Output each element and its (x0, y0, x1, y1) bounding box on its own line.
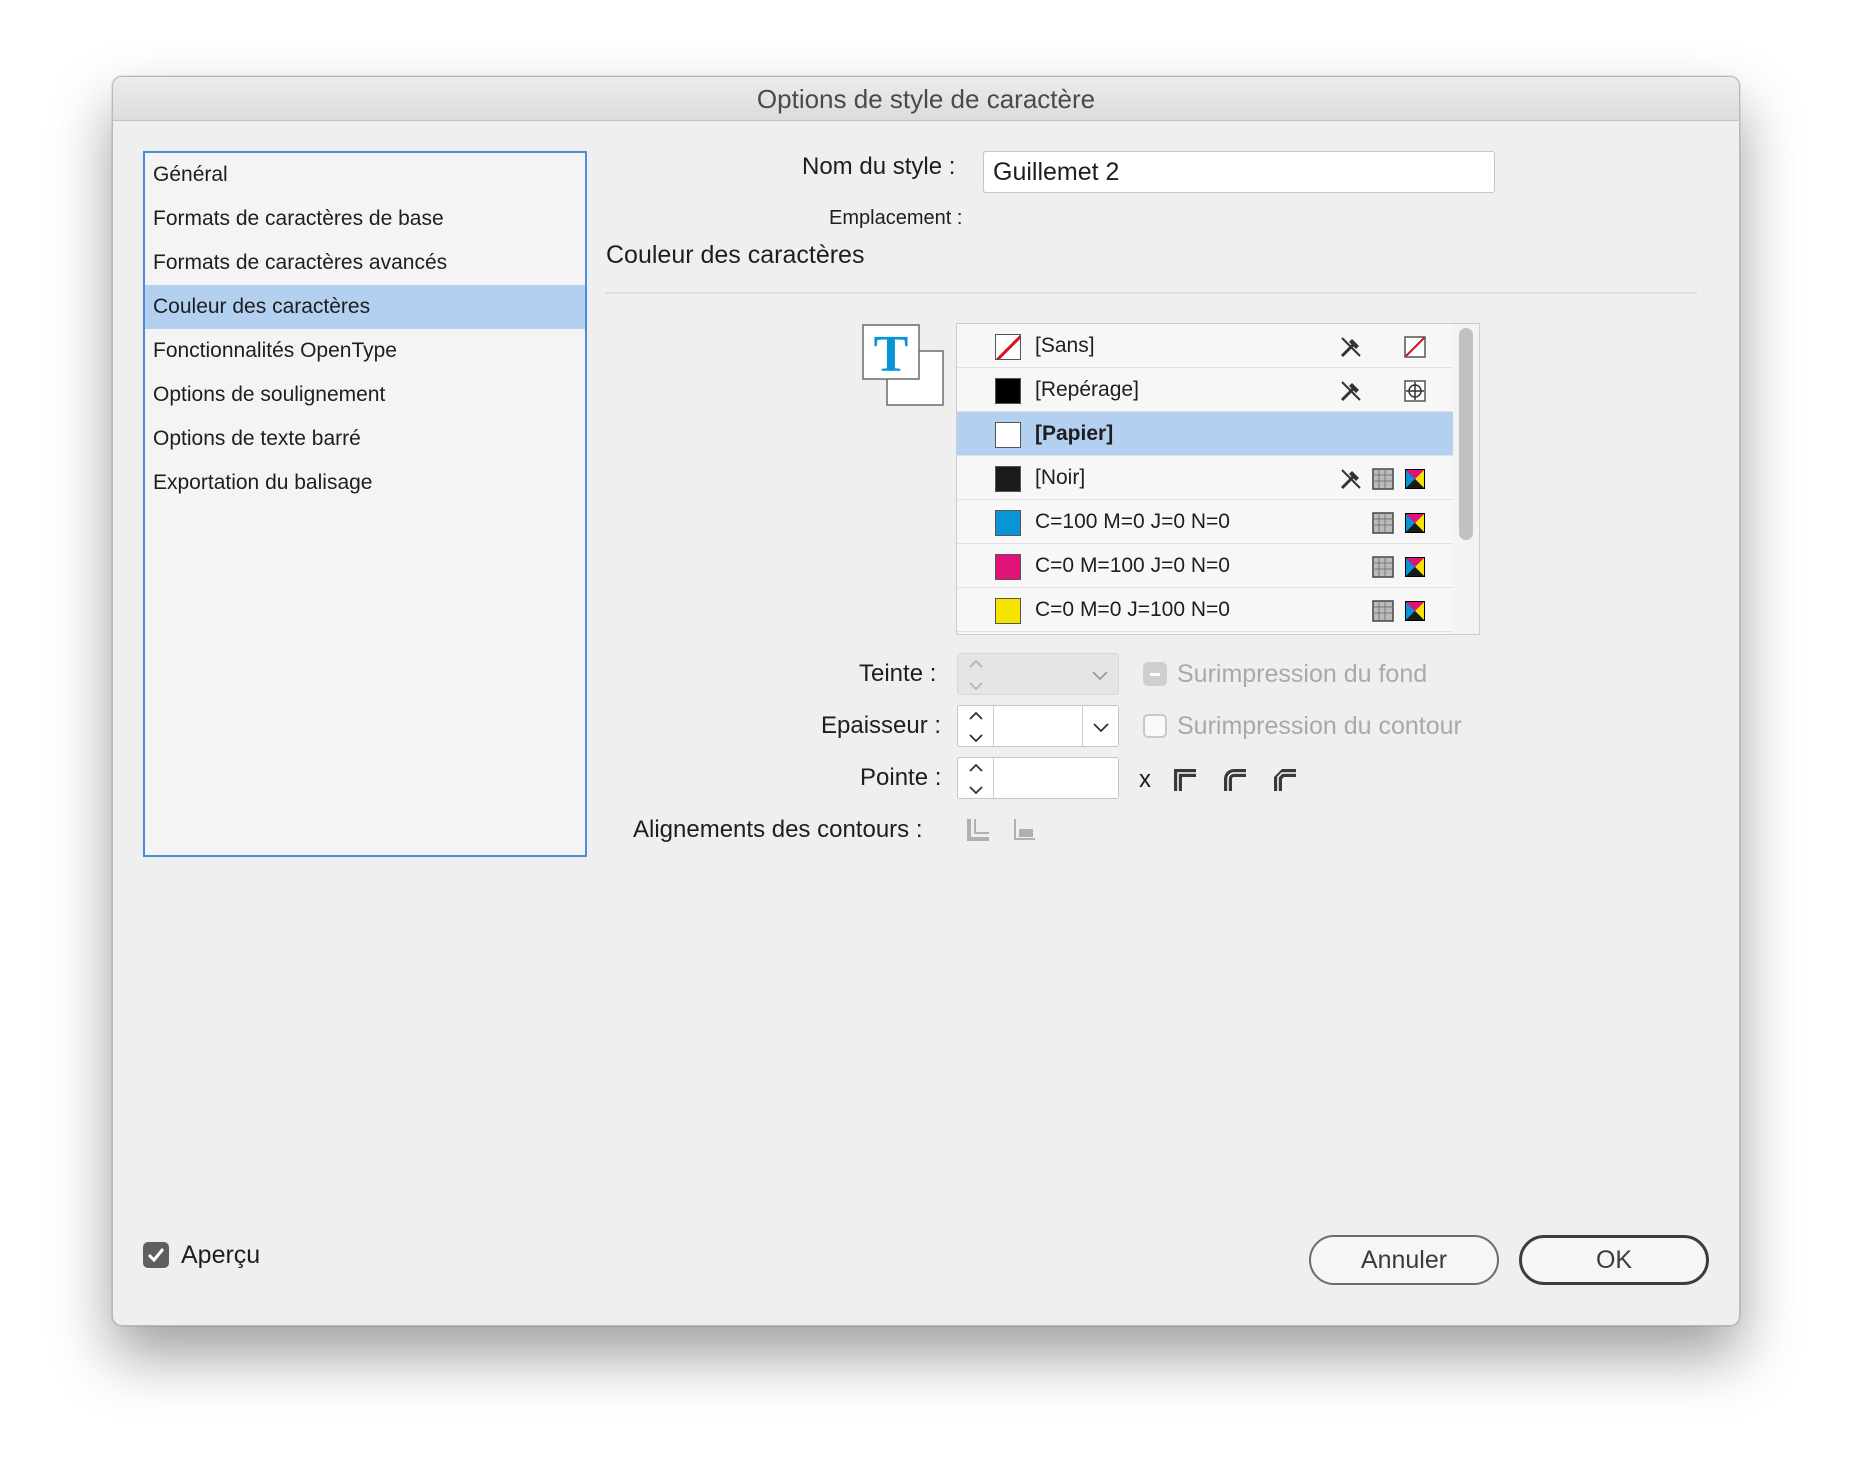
preview-checkbox[interactable] (143, 1242, 169, 1268)
category-underline[interactable]: Options de soulignement (145, 373, 585, 417)
stroke-align-label: Alignements des contours : (633, 816, 923, 843)
swatch-name: C=0 M=0 J=100 N=0 (1035, 598, 1230, 621)
category-general[interactable]: Général (145, 153, 585, 197)
svg-text:T: T (874, 326, 909, 383)
overprint-fill-label: Surimpression du fond (1177, 660, 1428, 688)
swatch-chip (995, 422, 1021, 448)
swatch-row-paper[interactable]: [Papier] (957, 412, 1453, 456)
tint-label: Teinte : (859, 660, 937, 687)
none-swatch-chip (995, 334, 1021, 360)
no-edit-icon (1339, 467, 1363, 491)
swatch-name: C=100 M=0 J=0 N=0 (1035, 510, 1230, 533)
swatch-name: [Noir] (1035, 466, 1086, 489)
category-opentype[interactable]: Fonctionnalités OpenType (145, 329, 585, 373)
scrollbar-thumb[interactable] (1459, 328, 1473, 540)
overprint-stroke-label: Surimpression du contour (1177, 712, 1462, 740)
miter-stepper[interactable] (958, 758, 994, 798)
category-list: Général Formats de caractères de base Fo… (143, 151, 587, 857)
process-color-icon (1371, 555, 1395, 579)
overprint-fill-checkbox[interactable] (1143, 662, 1167, 686)
location-label: Emplacement : (829, 207, 963, 229)
miter-x-label: x (1139, 766, 1151, 793)
tint-dropdown[interactable] (1082, 654, 1118, 694)
category-advanced-formats[interactable]: Formats de caractères avancés (145, 241, 585, 285)
weight-dropdown[interactable] (1082, 706, 1118, 746)
swatch-chip (995, 598, 1021, 624)
cmyk-icon (1403, 599, 1427, 623)
swatch-row-black[interactable]: [Noir] (957, 456, 1453, 500)
section-divider (605, 292, 1697, 294)
round-join-icon[interactable] (1222, 767, 1248, 793)
process-color-icon (1371, 467, 1395, 491)
category-strikethrough[interactable]: Options de texte barré (145, 417, 585, 461)
ok-button[interactable]: OK (1519, 1235, 1709, 1285)
swatch-row-cyan[interactable]: C=100 M=0 J=0 N=0 (957, 500, 1453, 544)
process-color-icon (1371, 599, 1395, 623)
miter-label: Pointe : (860, 764, 942, 791)
none-swatch-icon (1403, 335, 1427, 359)
swatch-row-magenta[interactable]: C=0 M=100 J=0 N=0 (957, 544, 1453, 588)
category-character-color[interactable]: Couleur des caractères (145, 285, 585, 329)
tint-stepper[interactable] (958, 654, 994, 694)
swatch-row-none[interactable]: [Sans] (957, 324, 1453, 368)
swatch-chip (995, 466, 1021, 492)
swatch-name: [Sans] (1035, 334, 1095, 357)
overprint-stroke-checkbox[interactable] (1143, 714, 1167, 738)
swatch-name: C=0 M=100 J=0 N=0 (1035, 554, 1230, 577)
weight-label: Epaisseur : (821, 712, 942, 739)
miter-field[interactable] (957, 757, 1119, 799)
cmyk-icon (1403, 555, 1427, 579)
preview-label: Aperçu (181, 1241, 261, 1269)
tint-field[interactable] (957, 653, 1119, 695)
category-basic-formats[interactable]: Formats de caractères de base (145, 197, 585, 241)
weight-stepper[interactable] (958, 706, 994, 746)
weight-field[interactable] (957, 705, 1119, 747)
align-inside-icon[interactable] (1011, 817, 1037, 843)
miter-join-icon[interactable] (1172, 767, 1198, 793)
style-name-label: Nom du style : (802, 153, 956, 180)
window-title: Options de style de caractère (113, 77, 1739, 121)
no-edit-icon (1339, 379, 1363, 403)
swatch-name: [Papier] (1035, 422, 1114, 445)
registration-icon (1403, 379, 1427, 403)
swatch-chip (995, 378, 1021, 404)
process-color-icon (1371, 511, 1395, 535)
swatch-list[interactable]: [Sans] [Repérage] [Papier] [Noir] C=100 … (956, 323, 1480, 635)
align-center-icon[interactable] (965, 817, 991, 843)
swatch-row-yellow[interactable]: C=0 M=0 J=100 N=0 (957, 588, 1453, 632)
style-name-input[interactable]: Guillemet 2 (983, 151, 1495, 193)
section-title: Couleur des caractères (606, 241, 865, 269)
cmyk-icon (1403, 511, 1427, 535)
swatch-chip (995, 554, 1021, 580)
dialog-window: Options de style de caractère Général Fo… (112, 76, 1740, 1326)
cmyk-icon (1403, 467, 1427, 491)
swatch-name: [Repérage] (1035, 378, 1139, 401)
cancel-button[interactable]: Annuler (1309, 1235, 1499, 1285)
fill-stroke-text-icon[interactable]: T (861, 323, 947, 409)
swatch-row-registration[interactable]: [Repérage] (957, 368, 1453, 412)
no-edit-icon (1339, 335, 1363, 359)
category-export-tagging[interactable]: Exportation du balisage (145, 461, 585, 505)
bevel-join-icon[interactable] (1272, 767, 1298, 793)
swatch-scrollbar[interactable] (1453, 324, 1479, 634)
swatch-chip (995, 510, 1021, 536)
